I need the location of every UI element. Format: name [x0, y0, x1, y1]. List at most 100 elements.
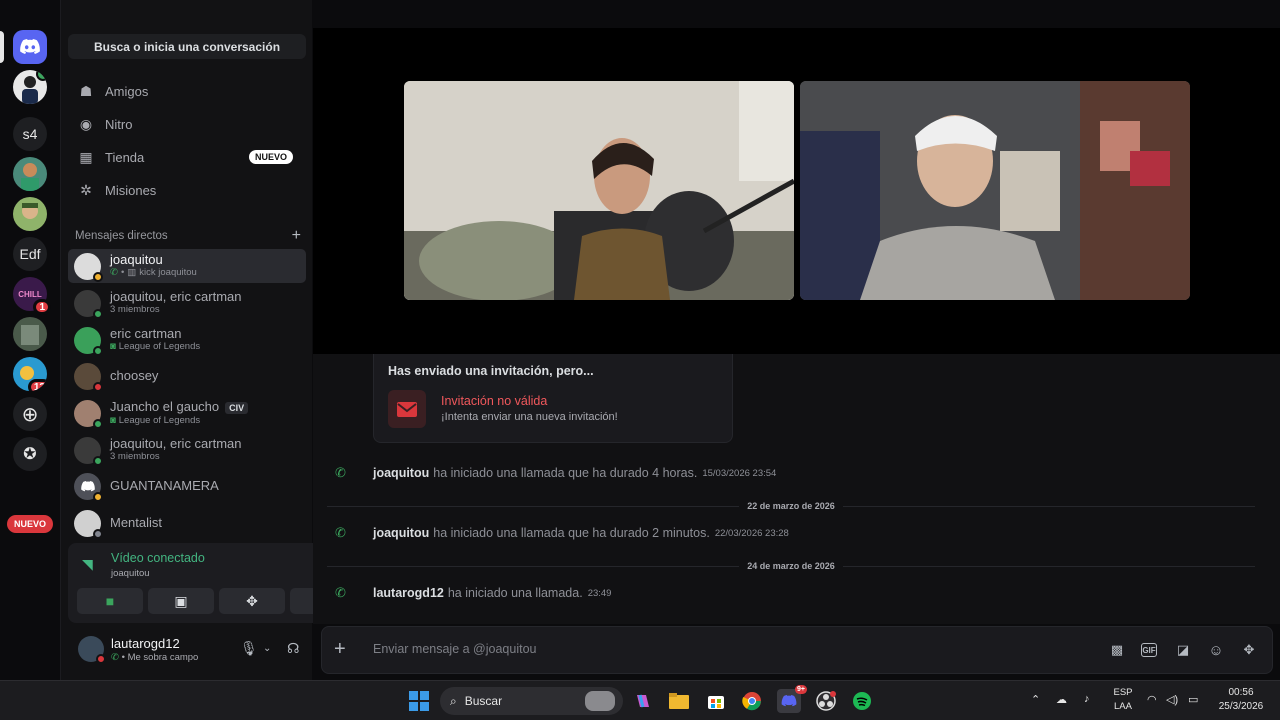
- server-s4[interactable]: s4: [13, 117, 47, 151]
- attach-plus-icon[interactable]: +: [334, 639, 346, 659]
- quests-icon: ✲: [80, 181, 92, 198]
- microsoft-store-icon[interactable]: [704, 689, 728, 713]
- clan-tag: CIV: [225, 401, 249, 414]
- sticker-icon[interactable]: ◪: [1174, 641, 1192, 659]
- game-controller-icon: ◙: [110, 414, 116, 426]
- server-chill[interactable]: CHILL 1: [13, 277, 51, 315]
- mention-badge: 1: [33, 299, 51, 315]
- dm-item[interactable]: Mentalist: [68, 506, 306, 540]
- taskbar-search[interactable]: ⌕ Buscar: [440, 687, 623, 715]
- discord-taskbar-icon[interactable]: 9+: [777, 685, 807, 713]
- camera-button[interactable]: ■: [77, 588, 143, 614]
- microphone-icon[interactable]: 🎙︎: [240, 640, 258, 657]
- voice-channel[interactable]: joaquitou: [111, 568, 150, 579]
- avatar: [74, 399, 103, 429]
- discord-logo-icon: [20, 39, 40, 54]
- server-avatar-3[interactable]: [13, 197, 47, 231]
- microphone-tray-icon[interactable]: ♪: [1084, 693, 1090, 705]
- explore-servers-button[interactable]: ✪: [13, 437, 47, 471]
- tray-app-icon[interactable]: ☁: [1056, 693, 1067, 706]
- direct-messages-header: Mensajes directos +: [75, 227, 301, 245]
- dm-item[interactable]: choosey: [68, 359, 306, 393]
- video-call-area: [313, 28, 1280, 354]
- dm-item[interactable]: joaquitou, eric cartman 3 miembros: [68, 286, 306, 320]
- phone-icon: ✆: [335, 525, 346, 540]
- battery-icon[interactable]: ▭: [1188, 693, 1198, 706]
- compass-icon: ✪: [23, 446, 37, 463]
- nav-nitro[interactable]: ◉ Nitro: [69, 109, 305, 139]
- create-dm-button[interactable]: +: [292, 227, 301, 245]
- language-indicator[interactable]: ESP LAA: [1110, 686, 1136, 714]
- obs-icon[interactable]: [814, 689, 838, 713]
- message-input[interactable]: Enviar mensaje a @joaquitou: [373, 642, 536, 656]
- headphones-icon[interactable]: ☊: [287, 640, 299, 657]
- avatar: [74, 326, 103, 356]
- activities-button[interactable]: ✥: [219, 588, 285, 614]
- activities-icon: ✥: [246, 592, 258, 609]
- gift-icon[interactable]: ▩: [1108, 641, 1126, 659]
- avatar: [74, 509, 103, 539]
- date-divider: 24 de marzo de 2026: [327, 560, 1255, 572]
- nav-misiones[interactable]: ✲ Misiones: [69, 175, 305, 205]
- dm-item[interactable]: Juancho el gaucho CIV ◙ League of Legends: [68, 396, 306, 430]
- chevron-down-icon[interactable]: ⌄: [263, 643, 271, 654]
- phone-icon: ✆: [110, 267, 118, 278]
- windows-taskbar: ⌕ Buscar 9+ ⌃ ☁ ♪ ESP LAA ◠ ◁) ▭ 00:56 25/3…: [0, 680, 1280, 720]
- server-avatar-2[interactable]: [13, 157, 47, 191]
- apps-icon[interactable]: ✥: [1240, 641, 1258, 659]
- discord-home-button[interactable]: [13, 30, 47, 64]
- dm-item[interactable]: GUANTANAMERA: [68, 469, 306, 503]
- server-avatar-4[interactable]: [13, 317, 47, 351]
- invite-icon-box: [388, 390, 426, 428]
- cake-icon: ▥: [127, 267, 137, 278]
- wifi-icon[interactable]: ◠: [1147, 693, 1157, 706]
- search-conversation-button[interactable]: Busca o inicia una conversación: [68, 34, 306, 59]
- user-avatar[interactable]: [78, 636, 106, 664]
- discord-window: s4 Edf CHILL 1 12 ⊕ ✪ NUEVO Busca o inic…: [0, 0, 1280, 680]
- add-server-button[interactable]: ⊕: [13, 397, 47, 431]
- nav-amigos[interactable]: ☗ Amigos: [69, 76, 305, 106]
- video-tile-joaquitou[interactable]: [404, 81, 794, 300]
- dm-item[interactable]: joaquitou, eric cartman 3 miembros: [68, 433, 306, 467]
- message-timestamp: 15/03/2026 23:54: [702, 467, 777, 479]
- video-camera-icon: ■: [105, 593, 115, 609]
- server-avatar-1[interactable]: [13, 70, 47, 104]
- nav-tienda[interactable]: ▦ Tienda NUEVO: [69, 142, 305, 172]
- screen-share-button[interactable]: ▣: [148, 588, 214, 614]
- live-indicator: [36, 70, 47, 81]
- message-author[interactable]: joaquitou: [373, 466, 429, 480]
- nitro-icon: ◉: [79, 115, 93, 132]
- server-avatar-5[interactable]: 12: [13, 357, 47, 391]
- shop-icon: ▦: [79, 148, 93, 165]
- system-clock[interactable]: 00:56 25/3/2026: [1212, 686, 1270, 714]
- volume-icon[interactable]: ◁): [1166, 693, 1178, 706]
- message-author[interactable]: joaquitou: [373, 526, 429, 540]
- voice-status[interactable]: Vídeo conectado: [111, 551, 205, 565]
- call-message: ✆ joaquitou ha iniciado una llamada que …: [335, 465, 777, 480]
- server-edf[interactable]: Edf: [13, 237, 47, 271]
- envelope-icon: [397, 401, 417, 417]
- new-badge[interactable]: NUEVO: [7, 515, 53, 533]
- message-timestamp: 22/03/2026 23:28: [714, 527, 789, 539]
- username[interactable]: lautarogd12: [111, 636, 180, 651]
- search-icon: ⌕: [450, 693, 457, 708]
- file-explorer-icon[interactable]: [667, 689, 691, 713]
- video-tile-lautarogd12[interactable]: [800, 81, 1190, 300]
- chrome-icon[interactable]: [740, 689, 764, 713]
- friends-icon: ☗: [79, 82, 93, 99]
- screen-share-icon: ▣: [174, 592, 188, 609]
- phone-icon: ✆: [335, 465, 346, 480]
- windows-start-icon[interactable]: [407, 689, 431, 713]
- dm-item[interactable]: joaquitou ✆ • ▥ kick joaquitou: [68, 249, 306, 283]
- call-message: ✆ joaquitou ha iniciado una llamada que …: [335, 525, 789, 540]
- dm-sidebar: Busca o inicia una conversación ☗ Amigos …: [60, 0, 366, 680]
- message-author[interactable]: lautarogd12: [373, 586, 444, 600]
- notification-badge: 9+: [795, 685, 807, 694]
- spotify-icon[interactable]: [850, 689, 874, 713]
- copilot-icon[interactable]: [631, 689, 655, 713]
- chevron-up-icon[interactable]: ⌃: [1031, 693, 1040, 706]
- dm-item[interactable]: eric cartman ◙ League of Legends: [68, 323, 306, 357]
- gif-icon[interactable]: GIF: [1141, 643, 1157, 657]
- emoji-icon[interactable]: ☺: [1207, 641, 1225, 659]
- message-composer: + Enviar mensaje a @joaquitou ▩ GIF ◪ ☺ …: [321, 626, 1273, 674]
